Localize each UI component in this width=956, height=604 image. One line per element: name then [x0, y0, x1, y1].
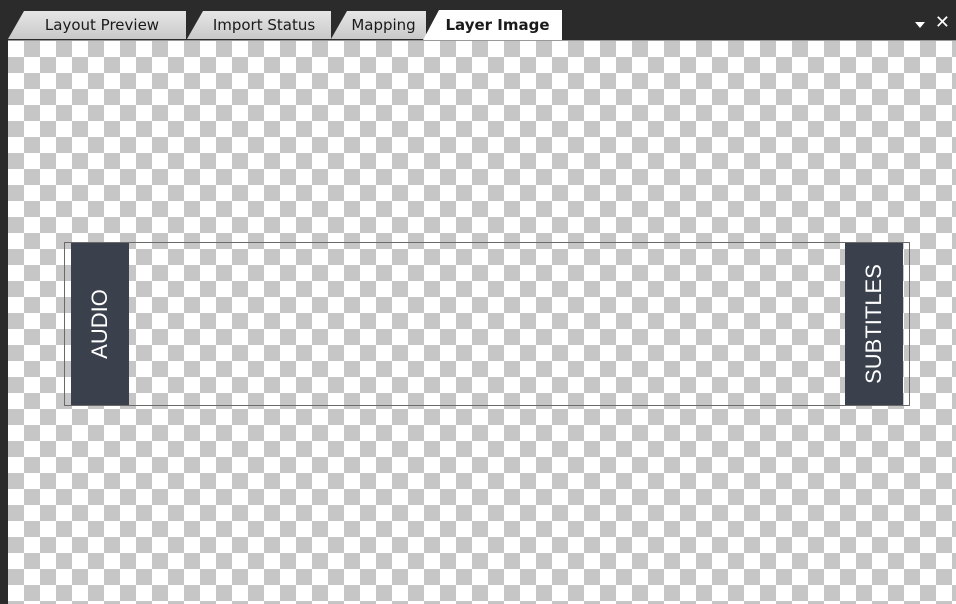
tab-label: Mapping: [351, 16, 416, 34]
layer-image-window: Layout Preview Import Status Mapping Lay…: [0, 0, 956, 604]
layer-image-frame: AUDIO SUBTITLES: [64, 242, 910, 406]
tab-controls: ✕: [914, 13, 950, 33]
subtitles-panel: SUBTITLES: [845, 243, 903, 405]
tab-label: Import Status: [212, 16, 316, 34]
tab-layout-preview[interactable]: Layout Preview: [8, 11, 186, 39]
tab-layer-image[interactable]: Layer Image: [423, 10, 562, 40]
tab-label: Layout Preview: [44, 16, 160, 34]
chevron-down-icon[interactable]: [914, 21, 925, 28]
close-icon[interactable]: ✕: [935, 14, 950, 32]
image-canvas: AUDIO SUBTITLES: [8, 40, 956, 604]
tab-mapping[interactable]: Mapping: [331, 11, 426, 39]
tab-label: Layer Image: [445, 16, 550, 34]
audio-panel: AUDIO: [71, 243, 129, 405]
subtitles-label: SUBTITLES: [861, 264, 886, 384]
audio-label: AUDIO: [87, 289, 112, 359]
tab-import-status[interactable]: Import Status: [187, 11, 331, 39]
tab-bar: Layout Preview Import Status Mapping Lay…: [0, 0, 956, 40]
